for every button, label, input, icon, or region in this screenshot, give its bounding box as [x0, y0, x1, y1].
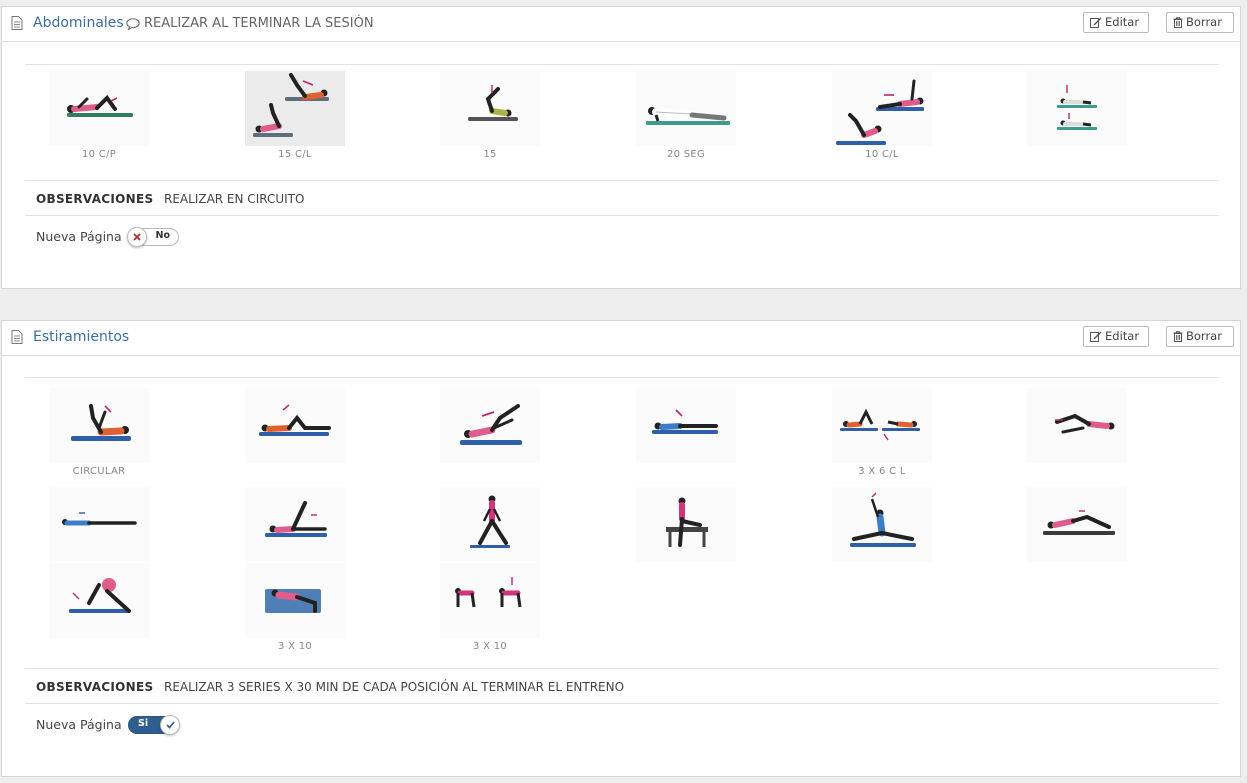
exercise-caption: CIRCULAR [72, 466, 126, 477]
exercise-caption [49, 641, 149, 653]
exercise-item[interactable] [1027, 487, 1127, 577]
new-page-label: Nueva Página [36, 717, 122, 732]
exercise-image [245, 563, 345, 638]
document-icon [11, 330, 23, 344]
exercise-image [1027, 71, 1127, 146]
edit-button[interactable]: Editar [1083, 12, 1149, 33]
panel-title[interactable]: Estiramientos [33, 329, 129, 345]
check-icon [160, 715, 180, 735]
exercise-item[interactable] [636, 487, 736, 577]
exercise-item[interactable] [1027, 388, 1127, 478]
edit-button-label: Editar [1105, 329, 1140, 343]
exercise-image [245, 487, 345, 562]
delete-button-label: Borrar [1186, 15, 1222, 29]
new-page-label: Nueva Página [36, 229, 122, 244]
exercise-image [636, 71, 736, 146]
exercise-caption [440, 466, 540, 478]
trash-icon [1173, 17, 1183, 28]
divider [25, 180, 1219, 181]
exercise-item[interactable] [440, 388, 540, 478]
exercise-image [832, 388, 932, 463]
exercise-item[interactable] [1027, 71, 1127, 161]
edit-icon [1090, 17, 1102, 28]
observations-text: REALIZAR 3 SERIES X 30 MIN DE CADA POSIC… [164, 680, 625, 694]
exercise-item[interactable]: CIRCULAR [49, 388, 149, 478]
exercise-caption [1027, 149, 1127, 161]
exercise-image [440, 487, 540, 562]
exercise-item[interactable]: 10 C/P [49, 71, 149, 161]
panel-header: Estiramientos Editar Borrar [2, 321, 1240, 356]
exercise-item[interactable]: 20 SEG [636, 71, 736, 161]
panel-title[interactable]: Abdominales [33, 15, 124, 31]
exercise-item[interactable]: 15 C/L [245, 71, 345, 161]
new-page-toggle[interactable]: Si [128, 715, 180, 735]
divider [25, 377, 1219, 378]
observations-label: OBSERVACIONES [36, 192, 154, 206]
exercise-caption [636, 466, 736, 478]
exercise-caption: 3 X 10 [277, 641, 313, 652]
delete-button-label: Borrar [1186, 329, 1222, 343]
trash-icon [1173, 331, 1183, 342]
edit-icon [1090, 331, 1102, 342]
toggle-text: No [155, 230, 170, 241]
exercise-caption: 3 X 10 [472, 641, 508, 652]
exercise-image [832, 71, 932, 146]
exercise-block-abdominales: Abdominales REALIZAR AL TERMINAR LA SESI… [1, 6, 1241, 289]
edit-button-label: Editar [1105, 15, 1140, 29]
exercise-image [440, 71, 540, 146]
exercise-image [49, 487, 149, 562]
document-icon [11, 16, 23, 30]
exercise-block-estiramientos: Estiramientos Editar Borrar CIRCULAR 3 X… [1, 320, 1241, 777]
exercise-caption [245, 466, 345, 478]
panel-header: Abdominales REALIZAR AL TERMINAR LA SESI… [2, 7, 1240, 42]
comment-icon [126, 17, 140, 30]
exercise-image [1027, 388, 1127, 463]
panel-note: REALIZAR AL TERMINAR LA SESIÓN [126, 16, 374, 31]
divider [25, 703, 1219, 704]
exercise-caption [1027, 565, 1127, 577]
exercise-caption: 3 X 6 C L [858, 466, 906, 477]
exercise-item[interactable] [245, 388, 345, 478]
exercise-image [49, 563, 149, 638]
divider [25, 215, 1219, 216]
exercise-item[interactable] [832, 487, 932, 577]
panel-note-text: REALIZAR AL TERMINAR LA SESIÓN [144, 16, 374, 31]
exercise-image [49, 388, 149, 463]
exercise-item[interactable]: 10 C/L [832, 71, 932, 161]
exercise-image [49, 71, 149, 146]
exercise-item[interactable]: 3 X 10 [440, 563, 540, 653]
exercise-caption [636, 565, 736, 577]
exercise-image [832, 487, 932, 562]
exercise-caption: 15 [483, 149, 497, 160]
x-icon [127, 227, 147, 247]
exercise-item[interactable] [636, 388, 736, 478]
exercise-image [245, 388, 345, 463]
edit-button[interactable]: Editar [1083, 326, 1149, 347]
exercise-caption [832, 565, 932, 577]
exercise-item[interactable]: 3 X 6 C L [832, 388, 932, 478]
exercise-image [636, 388, 736, 463]
observations-text: REALIZAR EN CIRCUITO [164, 192, 305, 206]
divider [25, 668, 1219, 669]
exercise-caption: 20 SEG [666, 149, 706, 160]
toggle-text: Si [138, 718, 149, 729]
exercise-caption: 10 C/L [865, 149, 899, 160]
exercise-image [245, 71, 345, 146]
exercise-item[interactable] [49, 563, 149, 653]
exercise-image [636, 487, 736, 562]
delete-button[interactable]: Borrar [1166, 12, 1234, 33]
exercise-caption: 15 C/L [278, 149, 312, 160]
exercise-item[interactable]: 15 [440, 71, 540, 161]
exercise-caption [1027, 466, 1127, 478]
exercise-image [1027, 487, 1127, 562]
exercise-item[interactable]: 3 X 10 [245, 563, 345, 653]
observations-label: OBSERVACIONES [36, 680, 154, 694]
delete-button[interactable]: Borrar [1166, 326, 1234, 347]
divider [25, 64, 1219, 65]
exercise-image [440, 563, 540, 638]
exercise-image [440, 388, 540, 463]
new-page-toggle[interactable]: No [127, 227, 179, 247]
exercise-caption: 10 C/P [81, 149, 117, 160]
